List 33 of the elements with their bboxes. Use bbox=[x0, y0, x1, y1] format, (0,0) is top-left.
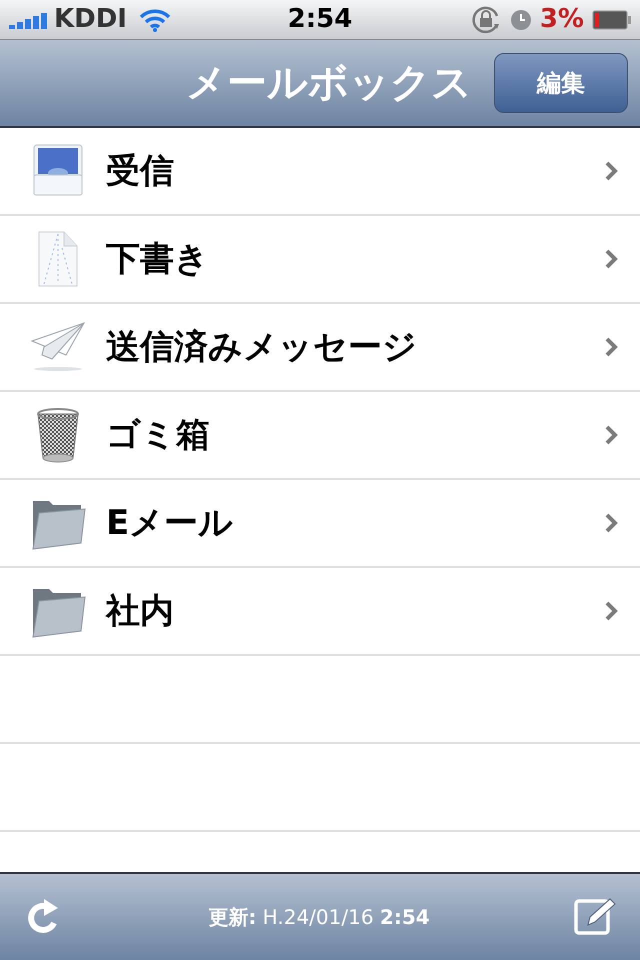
mailbox-name: ゴミ箱 bbox=[106, 414, 210, 456]
chevron-right-icon bbox=[604, 600, 618, 622]
trash-can-icon bbox=[35, 406, 81, 464]
mailbox-row[interactable]: ゴミ箱 bbox=[0, 392, 640, 480]
mailbox-name: 送信済みメッセージ bbox=[106, 326, 417, 368]
mailbox-row[interactable]: 下書き bbox=[0, 216, 640, 304]
chevron-right-icon bbox=[604, 512, 618, 534]
mailbox-row[interactable]: 社内 bbox=[0, 568, 640, 656]
alarm-clock-icon bbox=[510, 8, 532, 30]
wifi-icon bbox=[139, 8, 171, 32]
mailbox-name: 下書き bbox=[106, 238, 209, 280]
carrier-name: KDDI bbox=[54, 3, 127, 36]
mailbox-row[interactable]: 送信済みメッセージ bbox=[0, 304, 640, 392]
last-updated-text: 更新: H.24/01/16 2:54 bbox=[208, 904, 430, 931]
chevron-right-icon bbox=[604, 424, 618, 446]
mailbox-name: 社内 bbox=[106, 590, 174, 632]
clock-time: 2:54 bbox=[288, 3, 352, 36]
chevron-right-icon bbox=[604, 336, 618, 358]
battery-icon bbox=[592, 10, 632, 30]
chevron-right-icon bbox=[604, 248, 618, 270]
compose-icon[interactable] bbox=[574, 897, 616, 937]
mailbox-name: 受信 bbox=[106, 150, 174, 192]
mailbox-name: Eメール bbox=[106, 502, 234, 544]
battery-percentage: 3% bbox=[540, 3, 584, 36]
chevron-right-icon bbox=[604, 160, 618, 182]
mailbox-row[interactable]: Eメール bbox=[0, 480, 640, 568]
mailbox-row[interactable]: 受信 bbox=[0, 128, 640, 216]
edit-button[interactable]: 編集 bbox=[494, 53, 628, 113]
rotation-lock-icon bbox=[470, 4, 502, 36]
blank-document-icon bbox=[36, 230, 80, 288]
signal-bars-icon bbox=[8, 10, 50, 28]
screen-title: メールボックス bbox=[186, 59, 472, 108]
paper-plane-icon bbox=[30, 321, 86, 373]
